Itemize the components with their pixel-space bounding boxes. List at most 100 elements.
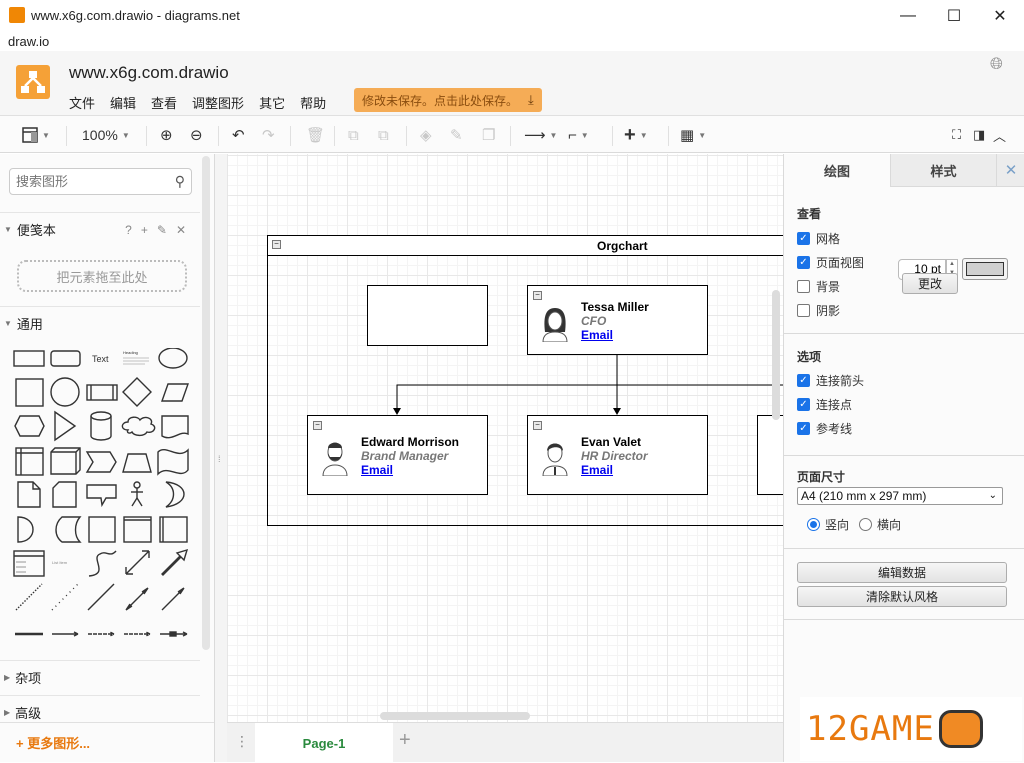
shape-heading-textbox[interactable]: Heading (123, 350, 149, 364)
connection-points-checkbox[interactable]: ✓连接点 (797, 396, 852, 413)
fullscreen-button[interactable]: ⛶ (952, 125, 961, 145)
shape-square[interactable] (16, 379, 43, 406)
unsaved-changes-button[interactable]: 修改未保存。点击此处保存。 ⤓ (354, 88, 542, 112)
shape-or[interactable] (166, 482, 184, 507)
zoom-dropdown[interactable]: 100% ▼ (82, 125, 130, 145)
scratchpad-dropzone[interactable]: 把元素拖至此处 (17, 260, 187, 292)
search-icon[interactable]: ⚲ (175, 173, 185, 190)
maximize-button[interactable]: ☐ (931, 0, 977, 31)
shape-directional-connector[interactable] (162, 588, 184, 610)
line-color-button[interactable]: ✎ (450, 125, 463, 145)
more-shapes-button[interactable]: + 更多图形... (0, 722, 214, 762)
org-node-tessa-miller[interactable]: − Tessa Miller CFO Email (527, 285, 708, 355)
shape-parallelogram[interactable] (162, 384, 188, 401)
waypoints-button[interactable]: ⌐▼ (568, 125, 589, 145)
minimize-button[interactable]: — (885, 0, 931, 31)
shape-list[interactable] (14, 551, 44, 576)
to-back-button[interactable]: ⧉ (378, 125, 389, 145)
shadow-checkbox[interactable]: 阴影 (797, 302, 840, 319)
close-window-button[interactable]: ✕ (977, 0, 1023, 31)
shape-cylinder[interactable] (91, 412, 111, 440)
document-title[interactable]: www.x6g.com.drawio (69, 63, 229, 83)
close-icon[interactable]: ✕ (176, 223, 186, 237)
shape-callout[interactable] (87, 485, 116, 505)
change-background-button[interactable]: 更改 (902, 273, 958, 294)
connector-to-brand-manager[interactable] (397, 385, 783, 410)
shape-process[interactable] (87, 385, 117, 400)
shape-actor[interactable] (131, 482, 143, 506)
shape-delay[interactable] (18, 517, 33, 542)
delete-button[interactable]: 🗑︎ (306, 125, 325, 145)
format-panel-button[interactable]: ▼ (22, 125, 50, 145)
add-page-button[interactable]: + (399, 729, 411, 752)
shape-step[interactable] (87, 452, 116, 472)
language-globe-icon[interactable]: 🌐︎ (990, 56, 1008, 74)
to-front-button[interactable]: ⧉ (348, 125, 359, 145)
menu-file[interactable]: 文件 (69, 93, 95, 112)
insert-button[interactable]: +▼ (624, 125, 648, 145)
email-link[interactable]: Email (581, 463, 613, 477)
shape-circle[interactable] (51, 378, 79, 406)
org-node-evan-valet[interactable]: − Evan Valet HR Director Email (527, 415, 708, 495)
guides-checkbox[interactable]: ✓参考线 (797, 420, 852, 437)
table-button[interactable]: ▦▼ (680, 125, 706, 145)
tab-style[interactable]: 样式 (890, 154, 996, 187)
landscape-radio[interactable]: 横向 (859, 516, 901, 533)
shape-stored-data[interactable] (56, 517, 80, 542)
background-checkbox[interactable]: 背景 (797, 278, 840, 295)
empty-node[interactable] (367, 285, 488, 346)
shape-rectangle[interactable] (14, 351, 44, 366)
redo-button[interactable]: ↷ (262, 125, 275, 145)
shape-card[interactable] (53, 482, 76, 507)
email-link[interactable]: Email (581, 328, 613, 342)
shape-tape[interactable] (158, 450, 188, 474)
shape-container[interactable] (89, 517, 115, 542)
shape-list-item[interactable]: List Item (52, 560, 68, 565)
zoom-in-button[interactable]: ⊕ (160, 125, 173, 145)
zoom-out-button[interactable]: ⊖ (190, 125, 203, 145)
shape-cloud[interactable] (122, 417, 154, 435)
undo-button[interactable]: ↶ (232, 125, 245, 145)
shape-labeled-connector[interactable] (52, 632, 78, 636)
org-node-edward-morrison[interactable]: − Edward Morrison Brand Manager Email (307, 415, 488, 495)
shape-connector-with-two-labels[interactable] (124, 632, 150, 636)
shape-cube[interactable] (51, 448, 80, 474)
shape-hexagon[interactable] (15, 416, 44, 436)
paper-size-select[interactable]: A4 (210 mm x 297 mm) ⌄ (797, 487, 1003, 505)
org-node-partial[interactable] (757, 415, 783, 495)
shape-dotted-line[interactable] (52, 584, 78, 610)
grid-color-button[interactable] (962, 258, 1008, 280)
portrait-radio[interactable]: 竖向 (807, 516, 849, 533)
add-icon[interactable]: + (141, 223, 148, 237)
shape-trapezoid[interactable] (123, 454, 151, 472)
close-panel-icon[interactable]: ✕ (996, 154, 1024, 187)
edit-icon[interactable]: ✎ (157, 223, 167, 237)
email-link[interactable]: Email (361, 463, 393, 477)
shape-line[interactable] (88, 584, 114, 610)
shape-note[interactable] (18, 482, 40, 507)
sidebar-splitter[interactable]: ⁞ (215, 154, 227, 762)
menu-edit[interactable]: 编辑 (110, 93, 136, 112)
shape-text[interactable]: Text (92, 354, 109, 364)
shape-bidirectional-arrow[interactable] (126, 551, 149, 574)
canvas-vertical-scrollbar[interactable] (772, 290, 780, 420)
misc-section-header[interactable]: ▶ 杂项 (0, 660, 200, 694)
collapse-icon[interactable]: − (533, 291, 542, 300)
shape-rounded-rectangle[interactable] (51, 351, 80, 366)
shape-bidirectional-connector[interactable] (126, 588, 148, 610)
fill-color-button[interactable]: ◈ (420, 125, 432, 145)
app-menu-label[interactable]: draw.io (8, 34, 49, 49)
menu-extras[interactable]: 其它 (259, 93, 285, 112)
tab-diagram[interactable]: 绘图 (784, 154, 890, 187)
shape-vertical-swimlane[interactable] (160, 517, 187, 542)
menu-help[interactable]: 帮助 (300, 93, 326, 112)
shape-connector-with-label[interactable] (88, 632, 114, 636)
shape-document[interactable] (162, 416, 188, 438)
clear-default-style-button[interactable]: 清除默认风格 (797, 586, 1007, 607)
sidebar-scrollbar[interactable] (202, 156, 210, 650)
shape-connector-with-symbol[interactable] (160, 632, 187, 636)
shape-dashed-line[interactable] (16, 584, 42, 610)
page-menu-icon[interactable]: ⋮ (235, 733, 249, 750)
diagram-canvas[interactable]: − Orgchart − Tessa Miller CFO Email − Ed… (227, 154, 783, 722)
shape-triangle[interactable] (55, 412, 75, 440)
